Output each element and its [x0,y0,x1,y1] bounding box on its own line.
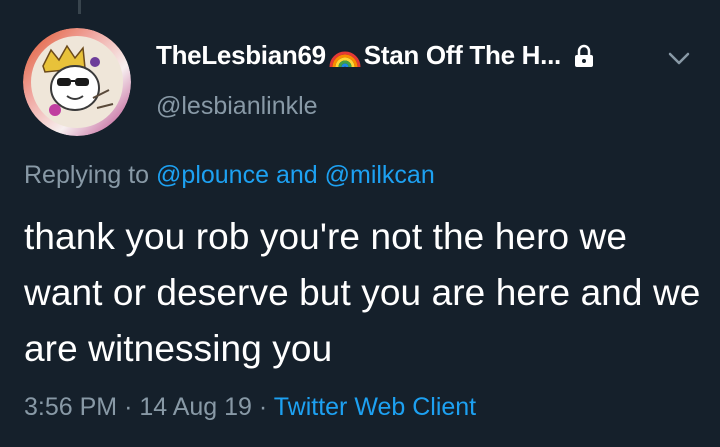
lock-icon [573,44,595,68]
meta-separator: · [124,393,133,421]
mention-link-milkcan[interactable]: @milkcan [325,161,435,189]
tweet-time[interactable]: 3:56 PM [24,393,117,421]
tweet-date[interactable]: 14 Aug 19 [139,393,252,421]
mention-link-plounce[interactable]: @plounce [156,161,269,189]
user-handle[interactable]: @lesbianlinkle [156,92,318,121]
tweet-header: TheLesbian69 Stan Off The H... [156,40,700,80]
replying-to-line: Replying to @plounce and @milkcan [24,161,435,190]
meta-separator-2: · [258,393,268,421]
tweet-metadata: 3:56 PM · 14 Aug 19 · Twitter Web Client [24,393,476,422]
display-name-suffix[interactable]: Stan Off The H... [364,40,561,71]
display-name-row[interactable]: TheLesbian69 Stan Off The H... [156,40,700,71]
replying-to-label: Replying to [24,161,150,189]
avatar-image [23,28,131,136]
thread-connector-line [78,0,81,14]
tweet-text: thank you rob you're not the hero we wan… [24,216,701,369]
display-name[interactable]: TheLesbian69 [156,40,326,71]
tweet-source-link[interactable]: Twitter Web Client [274,393,476,421]
rainbow-icon [328,43,362,69]
avatar[interactable] [23,28,131,136]
replying-and-text: and [275,161,318,189]
chevron-down-icon[interactable] [666,50,692,68]
